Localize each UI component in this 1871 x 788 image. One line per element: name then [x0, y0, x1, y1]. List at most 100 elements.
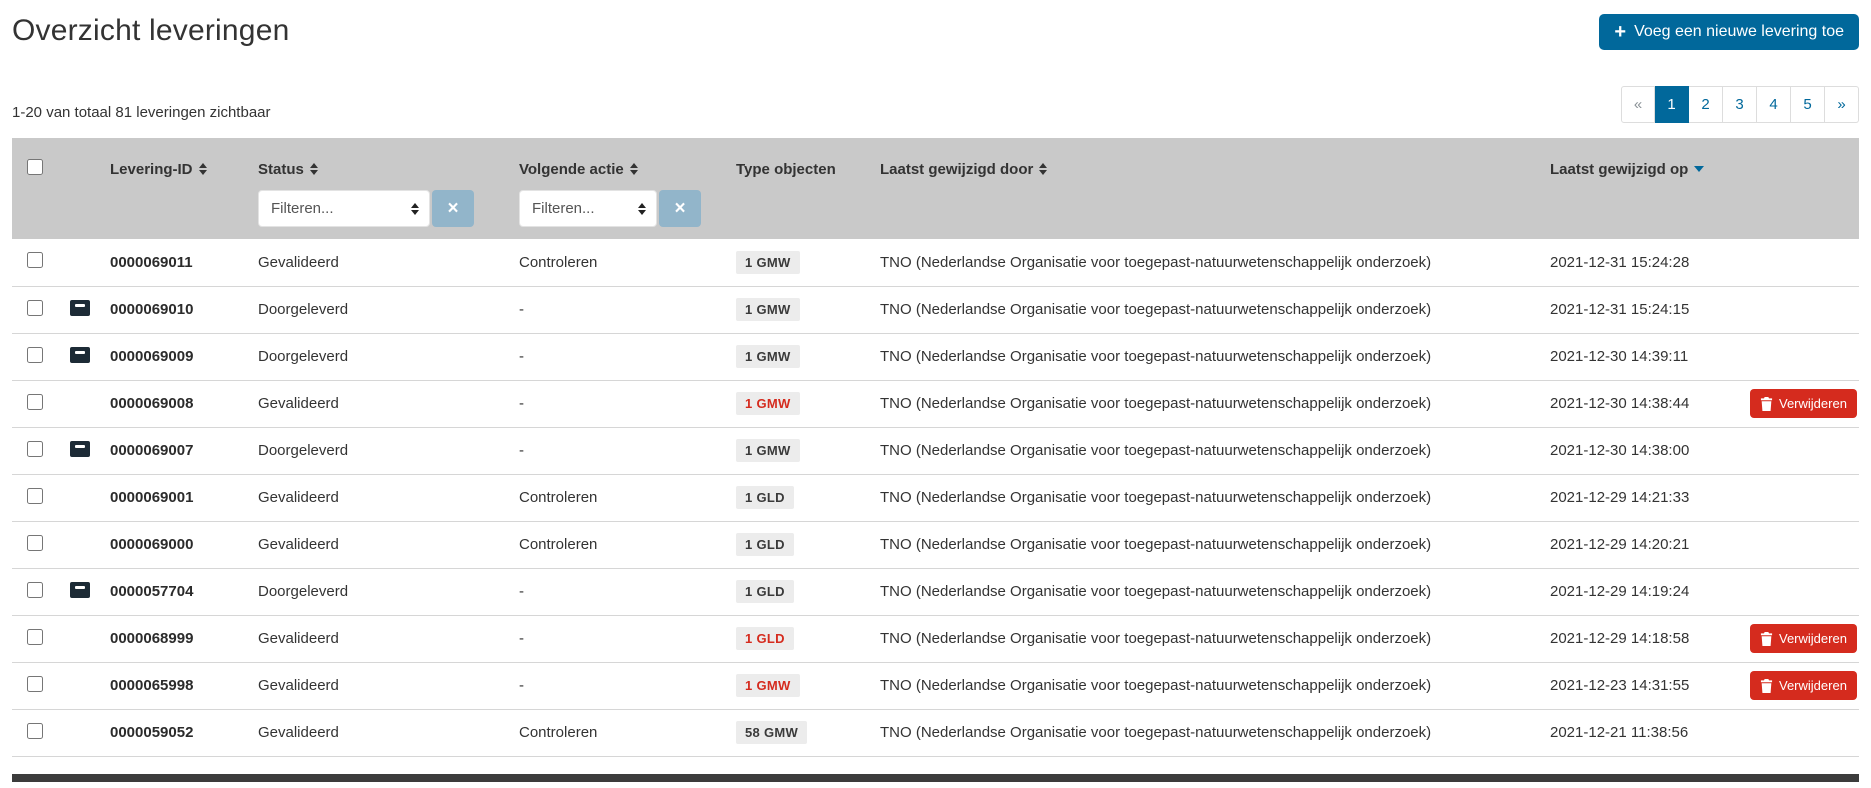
type-objecten-cell: 1 GMW	[726, 286, 870, 333]
column-header-laatst-gewijzigd-op[interactable]: Laatst gewijzigd op	[1540, 138, 1740, 190]
laatst-gewijzigd-op-cell: 2021-12-30 14:38:00	[1540, 427, 1740, 474]
row-icon-cell	[60, 239, 100, 286]
row-action-cell: Verwijderen	[1740, 662, 1859, 709]
laatst-gewijzigd-door-cell: TNO (Nederlandse Organisatie voor toegep…	[870, 568, 1540, 615]
volgende-actie-cell: Controleren	[509, 521, 726, 568]
row-action-cell: Verwijderen	[1740, 380, 1859, 427]
table-row[interactable]: 0000069001 Gevalideerd Controleren 1 GLD…	[12, 474, 1859, 521]
row-icon-cell	[60, 333, 100, 380]
status-filter-clear-button[interactable]: ×	[432, 190, 474, 227]
column-header-levering-id[interactable]: Levering-ID	[100, 138, 248, 190]
row-checkbox[interactable]	[27, 676, 43, 692]
row-checkbox[interactable]	[27, 394, 43, 410]
delete-button[interactable]: Verwijderen	[1750, 671, 1857, 700]
table-row[interactable]: 0000068999 Gevalideerd - 1 GLD TNO (Nede…	[12, 615, 1859, 662]
row-checkbox-cell	[12, 286, 60, 333]
pagination-page-2[interactable]: 2	[1689, 86, 1723, 123]
table-row[interactable]: 0000065998 Gevalideerd - 1 GMW TNO (Nede…	[12, 662, 1859, 709]
laatst-gewijzigd-op-cell: 2021-12-29 14:21:33	[1540, 474, 1740, 521]
table-row[interactable]: 0000069000 Gevalideerd Controleren 1 GLD…	[12, 521, 1859, 568]
table-row[interactable]: 0000069008 Gevalideerd - 1 GMW TNO (Nede…	[12, 380, 1859, 427]
row-checkbox[interactable]	[27, 347, 43, 363]
sort-icon[interactable]	[310, 163, 318, 175]
row-icon-cell	[60, 709, 100, 756]
delete-button[interactable]: Verwijderen	[1750, 624, 1857, 653]
type-objecten-cell: 58 GMW	[726, 709, 870, 756]
row-checkbox-cell	[12, 568, 60, 615]
sort-icon[interactable]	[1039, 163, 1047, 175]
add-delivery-button[interactable]: + Voeg een nieuwe levering toe	[1599, 14, 1859, 50]
delete-button[interactable]: Verwijderen	[1750, 389, 1857, 418]
row-checkbox[interactable]	[27, 629, 43, 645]
actie-filter-select[interactable]: Filteren...	[519, 190, 657, 227]
type-objecten-badge: 1 GLD	[736, 486, 794, 509]
column-header-status[interactable]: Status	[248, 138, 509, 190]
column-header-laatst-gewijzigd-door[interactable]: Laatst gewijzigd door	[870, 138, 1540, 190]
levering-id-cell: 0000057704	[100, 568, 248, 615]
row-checkbox[interactable]	[27, 723, 43, 739]
volgende-actie-cell: -	[509, 380, 726, 427]
column-label-status: Status	[258, 161, 304, 178]
actie-filter-clear-button[interactable]: ×	[659, 190, 701, 227]
status-cell: Doorgeleverd	[248, 427, 509, 474]
laatst-gewijzigd-op-cell: 2021-12-29 14:20:21	[1540, 521, 1740, 568]
type-objecten-badge: 58 GMW	[736, 721, 807, 744]
select-all-checkbox[interactable]	[27, 159, 43, 175]
type-objecten-cell: 1 GMW	[726, 333, 870, 380]
pagination-page-1[interactable]: 1	[1655, 86, 1689, 123]
delete-button-label: Verwijderen	[1779, 396, 1847, 411]
column-label-laatst-gewijzigd-door: Laatst gewijzigd door	[880, 161, 1033, 178]
trash-icon	[1760, 397, 1773, 411]
sort-icon[interactable]	[630, 163, 638, 175]
sort-icon[interactable]	[199, 163, 207, 175]
column-label-type-objecten: Type objecten	[736, 161, 836, 178]
select-all-cell	[12, 138, 60, 190]
levering-id-cell: 0000069009	[100, 333, 248, 380]
column-label-volgende-actie: Volgende actie	[519, 161, 624, 178]
status-cell: Gevalideerd	[248, 662, 509, 709]
deliveries-overview-page: Overzicht leveringen + Voeg een nieuwe l…	[0, 14, 1871, 782]
row-checkbox[interactable]	[27, 441, 43, 457]
table-row[interactable]: 0000059052 Gevalideerd Controleren 58 GM…	[12, 709, 1859, 756]
row-checkbox[interactable]	[27, 300, 43, 316]
laatst-gewijzigd-op-cell: 2021-12-30 14:39:11	[1540, 333, 1740, 380]
volgende-actie-cell: Controleren	[509, 709, 726, 756]
laatst-gewijzigd-door-cell: TNO (Nederlandse Organisatie voor toegep…	[870, 286, 1540, 333]
row-checkbox[interactable]	[27, 488, 43, 504]
levering-id-cell: 0000068999	[100, 615, 248, 662]
pagination-next-button[interactable]: »	[1825, 86, 1859, 123]
table-row[interactable]: 0000057704 Doorgeleverd - 1 GLD TNO (Ned…	[12, 568, 1859, 615]
table-row[interactable]: 0000069011 Gevalideerd Controleren 1 GMW…	[12, 239, 1859, 286]
row-checkbox-cell	[12, 521, 60, 568]
type-objecten-cell: 1 GMW	[726, 380, 870, 427]
status-cell: Gevalideerd	[248, 709, 509, 756]
row-checkbox-cell	[12, 615, 60, 662]
pagination-page-3[interactable]: 3	[1723, 86, 1757, 123]
status-cell: Doorgeleverd	[248, 568, 509, 615]
table-row[interactable]: 0000069007 Doorgeleverd - 1 GMW TNO (Ned…	[12, 427, 1859, 474]
row-checkbox[interactable]	[27, 535, 43, 551]
status-cell: Gevalideerd	[248, 615, 509, 662]
deliveries-table-body: 0000069011 Gevalideerd Controleren 1 GMW…	[12, 239, 1859, 756]
row-checkbox[interactable]	[27, 252, 43, 268]
levering-id-cell: 0000069008	[100, 380, 248, 427]
type-objecten-cell: 1 GLD	[726, 615, 870, 662]
sort-desc-icon[interactable]	[1694, 166, 1704, 172]
status-filter-select[interactable]: Filteren...	[258, 190, 430, 227]
row-action-cell: Verwijderen	[1740, 286, 1859, 333]
type-objecten-cell: 1 GLD	[726, 568, 870, 615]
column-header-volgende-actie[interactable]: Volgende actie	[509, 138, 726, 190]
table-row[interactable]: 0000069010 Doorgeleverd - 1 GMW TNO (Ned…	[12, 286, 1859, 333]
row-checkbox[interactable]	[27, 582, 43, 598]
laatst-gewijzigd-door-cell: TNO (Nederlandse Organisatie voor toegep…	[870, 521, 1540, 568]
pagination-prev-button[interactable]: «	[1621, 86, 1655, 123]
pagination-page-4[interactable]: 4	[1757, 86, 1791, 123]
actie-filter-placeholder: Filteren...	[532, 200, 595, 217]
archive-box-icon	[70, 300, 90, 316]
volgende-actie-cell: -	[509, 333, 726, 380]
pagination-page-5[interactable]: 5	[1791, 86, 1825, 123]
row-action-cell: Verwijderen	[1740, 709, 1859, 756]
row-icon-cell	[60, 380, 100, 427]
table-row[interactable]: 0000069009 Doorgeleverd - 1 GMW TNO (Ned…	[12, 333, 1859, 380]
icon-column-header	[60, 138, 100, 190]
